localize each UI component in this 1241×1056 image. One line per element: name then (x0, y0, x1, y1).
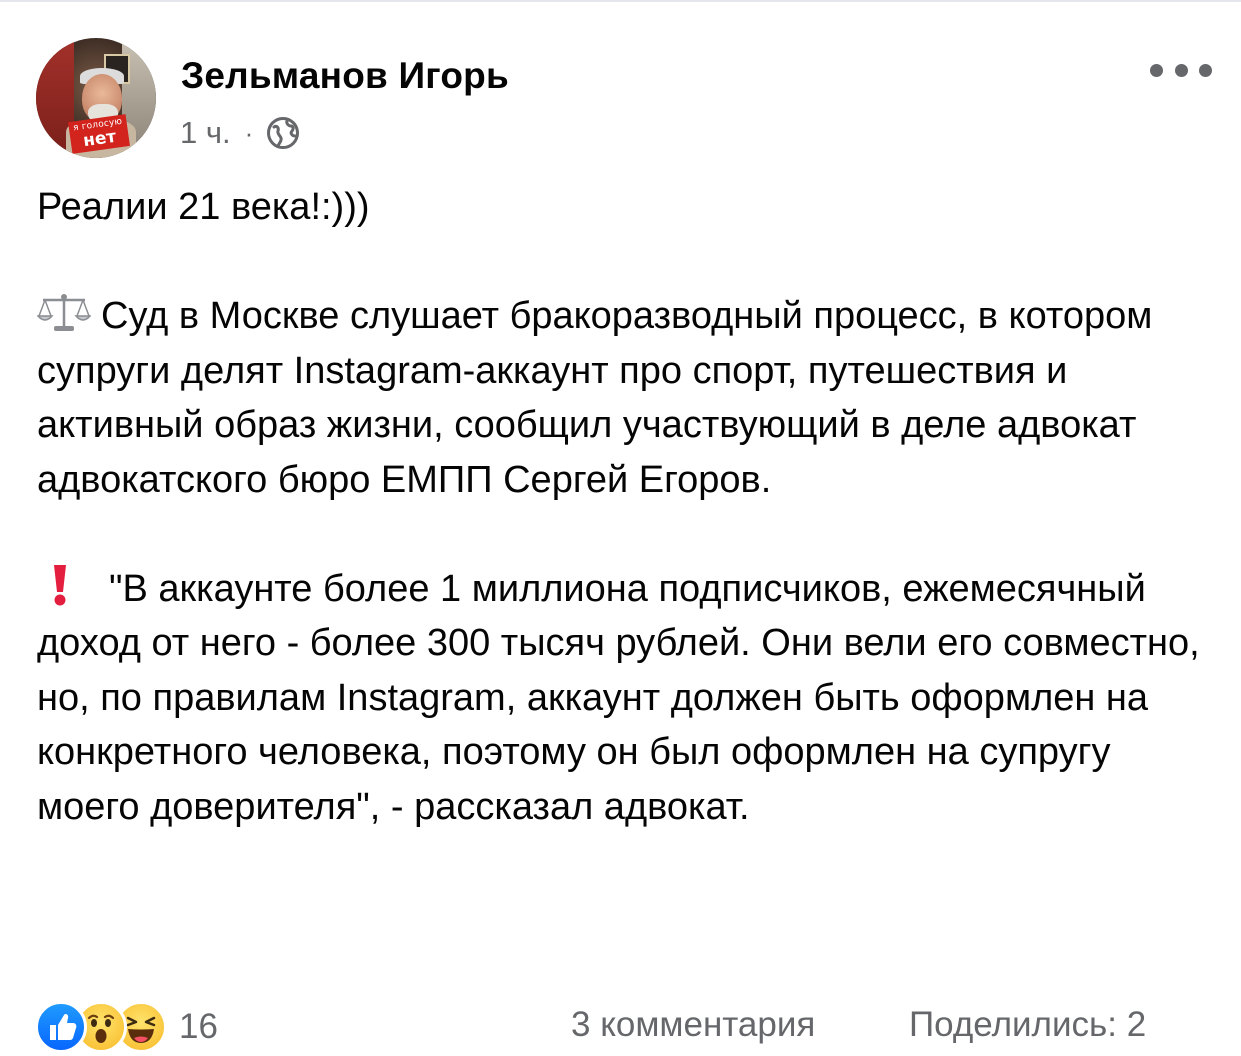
more-dot (1150, 63, 1163, 77)
balance-scale-icon (37, 294, 91, 331)
post-paragraph-2: Суд в Москве слушает бракоразводный проц… (37, 289, 1207, 507)
shares-count-link[interactable]: Поделились: 2 (909, 1005, 1146, 1045)
post-meta: 1 ч. · (180, 113, 301, 153)
like-icon (35, 1001, 87, 1053)
post-paragraph-2-text: Суд в Москве слушает бракоразводный проц… (37, 295, 1153, 501)
top-divider (0, 0, 1241, 2)
post-paragraph-1: Реалии 21 века!:))) (37, 186, 370, 228)
post-timestamp[interactable]: 1 ч. (180, 115, 231, 151)
author-name[interactable]: Зельманов Игорь (181, 55, 509, 97)
post-paragraph-3: "В аккаунте более 1 миллиона подписчиков… (37, 562, 1207, 835)
reactions-summary[interactable]: 16 (35, 1001, 218, 1053)
more-dot (1174, 63, 1188, 77)
post-paragraph-3-text: "В аккаунте более 1 миллиона подписчиков… (37, 567, 1200, 828)
globe-icon[interactable] (265, 115, 301, 151)
red-exclamation-icon (54, 564, 66, 605)
reaction-count: 16 (179, 1007, 218, 1046)
post-body: Реалии 21 века!:))) Суд в Москве слушает… (37, 180, 1207, 834)
comments-count-link[interactable]: 3 комментария (571, 1005, 815, 1045)
more-dot (1199, 63, 1212, 77)
author-avatar[interactable]: я голосую нет (36, 38, 156, 158)
meta-separator: · (244, 117, 254, 148)
more-options-icon[interactable] (1150, 50, 1212, 90)
